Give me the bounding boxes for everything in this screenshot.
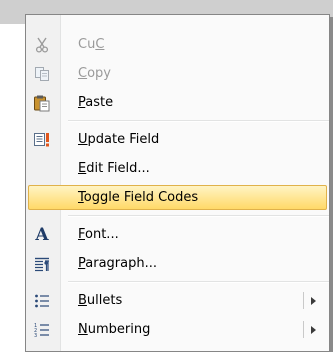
menu-separator — [26, 212, 329, 220]
font-icon: A — [35, 224, 49, 245]
menu-item-label: Font... — [78, 227, 119, 242]
menu-item-label: CuC — [78, 37, 105, 52]
menu-item-edit-field[interactable]: Edit Field... — [26, 154, 329, 183]
menu-item-bullets[interactable]: Bullets — [26, 286, 329, 315]
menu-item-label: Toggle Field Codes — [78, 190, 199, 205]
update-field-icon — [33, 131, 51, 149]
menu-item-label: Paste — [78, 95, 114, 110]
menu-item-update-field[interactable]: Update Field — [26, 125, 329, 154]
menu-item-copy[interactable]: Copy — [26, 59, 329, 88]
context-menu: CuC Copy Paste Update Field Edit Field..… — [25, 14, 330, 352]
menu-item-numbering[interactable]: 1 2 3 Numbering — [26, 315, 329, 344]
submenu-arrow-icon — [303, 315, 319, 344]
menu-item-label: Numbering — [78, 322, 151, 337]
bullets-icon — [33, 292, 51, 310]
submenu-arrow-icon — [303, 286, 319, 315]
menu-separator — [26, 117, 329, 125]
menu-item-label: Copy — [78, 66, 111, 81]
menu-item-label: Bullets — [78, 293, 123, 308]
menu-item-cut[interactable]: CuC — [26, 30, 329, 59]
menu-item-label: Edit Field... — [78, 161, 150, 176]
svg-text:3: 3 — [34, 333, 37, 338]
paste-icon — [33, 94, 51, 112]
menu-separator — [26, 278, 329, 286]
scissors-icon — [33, 36, 51, 54]
menu-item-label: Paragraph... — [78, 256, 157, 271]
numbering-icon: 1 2 3 — [33, 321, 51, 339]
menu-item-paragraph[interactable]: Paragraph... — [26, 249, 329, 278]
copy-icon — [33, 65, 51, 83]
menu-item-paste[interactable]: Paste — [26, 88, 329, 117]
menu-item-font[interactable]: A Font... — [26, 220, 329, 249]
paragraph-icon — [33, 255, 51, 273]
menu-item-label: Update Field — [78, 132, 160, 147]
menu-item-toggle-field-codes[interactable]: Toggle Field Codes — [26, 183, 329, 212]
